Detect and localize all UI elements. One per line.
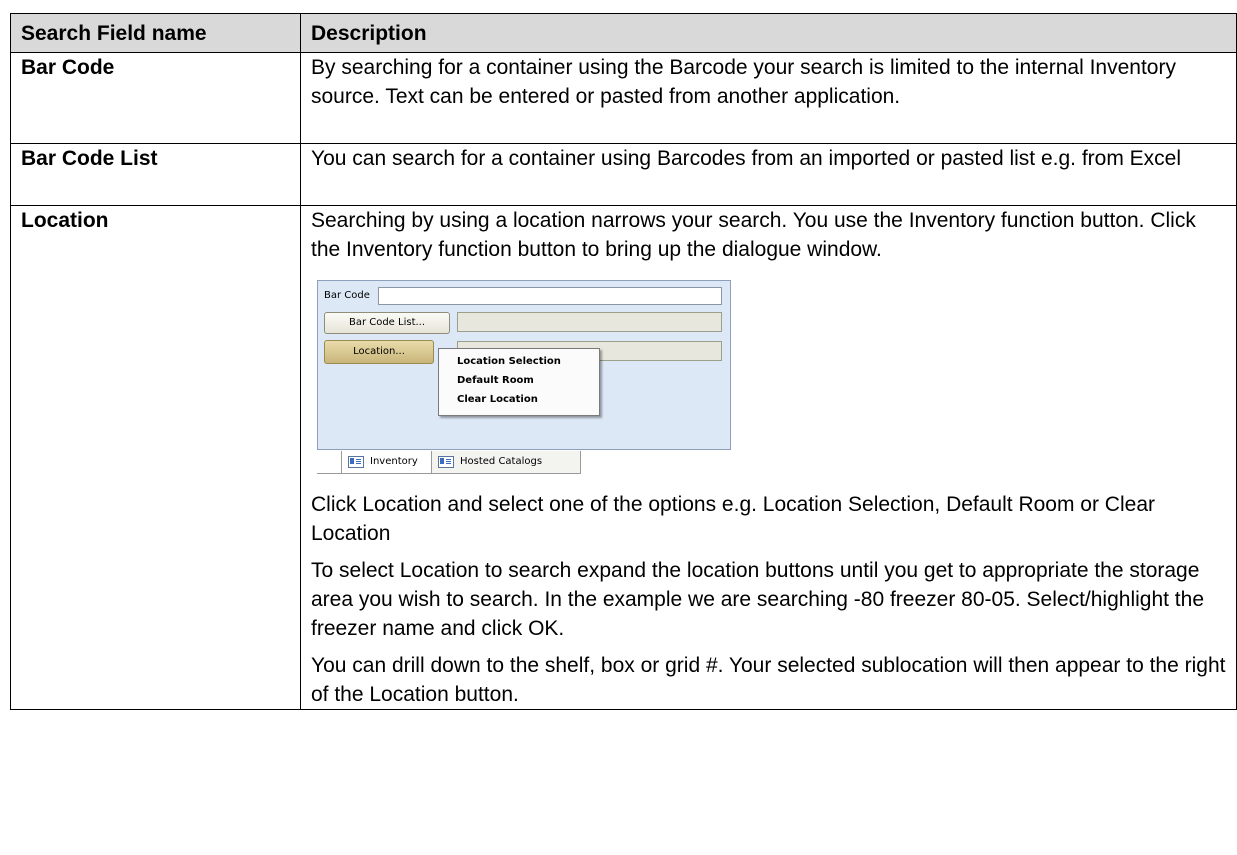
table-row: Bar Code List You can search for a conta…	[10, 143, 1237, 206]
location-paragraph-3: To select Location to search expand the …	[311, 559, 1205, 640]
table-row: Bar Code By searching for a container us…	[10, 52, 1237, 144]
location-paragraph-4: You can drill down to the shelf, box or …	[311, 654, 1226, 706]
bar-code-input[interactable]	[378, 287, 722, 305]
tab-inventory-label: Inventory	[370, 456, 418, 467]
bar-code-list-button[interactable]: Bar Code List...	[324, 312, 450, 334]
location-menu-screenshot: Bar Code Bar Code List... Location... Lo…	[311, 272, 731, 482]
bar-code-list-button-label: Bar Code List...	[348, 317, 426, 328]
location-dropdown-menu: Location Selection Default Room Clear Lo…	[438, 348, 600, 416]
field-name-bar-code-list: Bar Code List	[10, 143, 301, 206]
bar-code-label: Bar Code	[324, 290, 370, 301]
window-icon	[438, 456, 454, 468]
bottom-tab-bar: Inventory Hosted Catalogs	[317, 449, 729, 479]
tab-inventory[interactable]: Inventory	[341, 451, 439, 474]
search-fields-table: Search Field name Description Bar Code B…	[10, 13, 1237, 710]
window-icon	[348, 456, 364, 468]
location-button-label: Location...	[353, 346, 405, 357]
table-row: Location Searching by using a location n…	[10, 205, 1237, 710]
description-bar-code: By searching for a container using the B…	[300, 52, 1237, 144]
menu-item-clear-location[interactable]: Clear Location	[439, 390, 599, 409]
tab-hosted-catalogs[interactable]: Hosted Catalogs	[431, 451, 581, 474]
header-description: Description	[300, 13, 1237, 53]
bar-code-list-field	[457, 312, 722, 332]
location-paragraph-2: Click Location and select one of the opt…	[311, 493, 1155, 545]
tab-bar-edge	[317, 449, 341, 474]
field-name-bar-code: Bar Code	[10, 52, 301, 144]
location-button[interactable]: Location...	[324, 340, 434, 364]
header-search-field-name: Search Field name	[10, 13, 301, 53]
table-header-row: Search Field name Description	[10, 13, 1237, 53]
menu-item-location-selection[interactable]: Location Selection	[439, 352, 599, 371]
tab-hosted-catalogs-label: Hosted Catalogs	[460, 456, 543, 467]
description-location: Searching by using a location narrows yo…	[300, 205, 1237, 710]
menu-item-default-room[interactable]: Default Room	[439, 371, 599, 390]
field-name-location: Location	[10, 205, 301, 710]
description-bar-code-list: You can search for a container using Bar…	[300, 143, 1237, 206]
location-paragraph-1: Searching by using a location narrows yo…	[311, 209, 1196, 261]
